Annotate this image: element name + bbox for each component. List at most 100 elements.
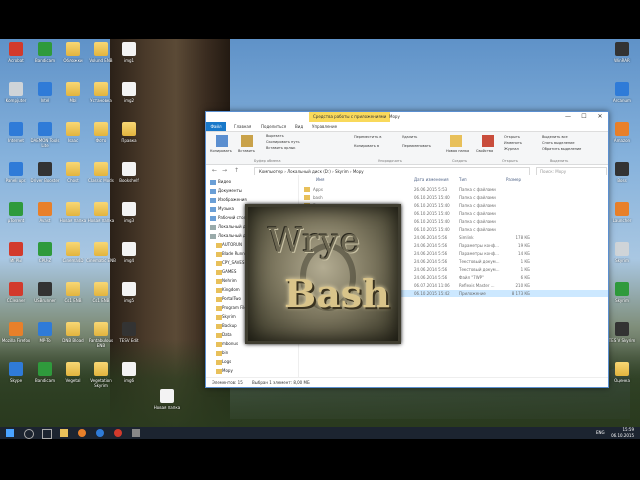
desktop-icon[interactable]: MP-To [30,322,60,343]
desktop-icon[interactable]: Acrobat [1,42,31,63]
desktop-icon[interactable]: Driver Booster [30,162,60,183]
desktop-icon[interactable]: Arcanum [607,82,637,103]
nav-item[interactable]: Kingdom [222,287,240,293]
desktop-icon[interactable]: Оценка [607,362,637,383]
clock[interactable]: 15:59 06.10.2015 [611,427,634,439]
nav-item[interactable]: Skyrim [222,314,236,320]
start-button[interactable] [6,429,14,437]
copy-icon[interactable] [216,135,228,147]
desktop-icon[interactable]: Новая папка [58,202,88,223]
copy-path-button[interactable]: Скопировать путь [266,140,300,145]
desktop-icon[interactable]: Сhоst [58,162,88,183]
minimize-button[interactable]: — [560,112,576,122]
select-none-button[interactable]: Снять выделение [542,141,575,146]
nav-item[interactable]: Рабочий стол [218,215,246,221]
new-folder-button[interactable]: Новая папка [446,149,469,154]
nav-item[interactable]: Документы [218,188,242,194]
edit-button[interactable]: Изменить [504,141,522,146]
desktop-icon[interactable]: Правка [114,122,144,143]
nav-item[interactable]: Logs [222,359,231,365]
nav-item[interactable]: Видео [218,179,231,185]
desktop-icon[interactable]: DNB Bload [58,322,88,343]
skype-taskbar-icon[interactable] [96,429,104,437]
nav-item[interactable]: PortalTwo [222,296,241,302]
desktop-icon[interactable]: Intel [30,82,60,103]
desktop-icon[interactable]: Cinema4D [58,242,88,263]
file-row[interactable]: Apps 26.06.2015 5:53 Папка с файлами [299,186,608,193]
task-view-icon[interactable] [42,429,52,439]
file-row[interactable]: bash 06.10.2015 15:40 Папка с файлами [299,194,608,201]
nav-item[interactable]: Mopy [222,368,233,374]
desktop-icon[interactable]: Skype [1,362,31,383]
paste-shortcut-button[interactable]: Вставить ярлык [266,146,296,151]
desktop-icon[interactable]: Vegetation Skyrim [86,362,116,388]
nav-item[interactable]: GAMES [222,269,236,275]
desktop-icon[interactable]: Boss [607,162,637,183]
column-name[interactable]: Имя [316,177,324,183]
desktop-icon[interactable]: CCleaner [1,282,31,303]
tab-manage[interactable]: Управление [312,123,337,131]
column-date[interactable]: Дата изменения [414,177,449,183]
desktop-icon[interactable]: Bandicam [30,42,60,63]
nav-item[interactable]: Музыка [218,206,234,212]
tab-view[interactable]: Вид [295,123,303,131]
desktop-icon[interactable]: Cinematic ENB [86,242,116,263]
desktop-icon[interactable]: Фото [86,122,116,143]
invert-selection-button[interactable]: Обратить выделение [542,147,581,152]
app-taskbar-icon[interactable] [132,429,140,437]
desktop-icon[interactable]: Kompjuter [1,82,31,103]
desktop-icon[interactable]: WinRAR [607,42,637,63]
desktop-icon[interactable]: Обложки [58,42,88,63]
desktop-icon[interactable]: img5 [114,282,144,303]
cut-button[interactable]: Вырезать [266,134,284,139]
desktop-icon[interactable]: Launcher [607,202,637,223]
search-icon[interactable] [24,429,34,439]
maximize-button[interactable]: ☐ [576,112,592,122]
desktop-icon[interactable]: img1 [114,42,144,63]
journal-button[interactable]: Журнал [504,147,519,152]
desktop-icon[interactable]: Cs1 ENB [86,282,116,303]
desktop-icon[interactable]: Новая папка [86,202,116,223]
forward-icon[interactable]: → [222,167,227,175]
context-tab[interactable]: Средства работы с приложениями [309,112,391,122]
nav-item[interactable]: Изображения [218,197,247,203]
nav-item[interactable]: CPY_SAVES [222,260,244,266]
column-type[interactable]: Тип [459,177,467,183]
explorer-taskbar-icon[interactable] [60,429,68,437]
desktop-icon[interactable]: Volund ENB [86,42,116,63]
tab-share[interactable]: Поделиться [261,123,286,131]
nav-item[interactable]: bin [222,350,228,356]
desktop-icon[interactable]: Cs1 ENB [58,282,88,303]
desktop-icon[interactable]: TES V Skyrim [607,322,637,343]
desktop-icon[interactable]: Classic Mods [86,162,116,183]
desktop-icon[interactable]: CPU-Z [30,242,60,263]
desktop-icon[interactable]: img6 [114,362,144,383]
desktop-icon[interactable]: Bandicam [30,362,60,383]
tab-home[interactable]: Главная [234,123,251,131]
desktop-icon[interactable]: Avast [30,202,60,223]
desktop-icon[interactable]: Skyrim [607,282,637,303]
desktop-icon[interactable]: DAEMON Tools Lite [30,122,60,148]
desktop-icon[interactable]: Bookshelf [114,162,144,183]
desktop-icon[interactable]: img2 [114,82,144,103]
desktop-icon[interactable]: ИГРЫ [1,242,31,263]
desktop-icon[interactable]: μTorrent [1,202,31,223]
rename-button[interactable]: Переименовать [402,144,431,149]
nav-item[interactable]: Backup [222,323,237,329]
desktop-icon[interactable]: Mbl [58,82,88,103]
desktop-icon[interactable]: Isaac [58,122,88,143]
column-size[interactable]: Размер [506,177,521,183]
nav-item[interactable]: Data [222,332,232,338]
desktop-icon[interactable]: TESV Edit [114,322,144,343]
properties-icon[interactable] [482,135,494,147]
up-icon[interactable]: ↑ [234,167,239,175]
firefox-taskbar-icon[interactable] [78,429,86,437]
close-button[interactable]: ✕ [592,112,608,122]
copy-to-button[interactable]: Копировать в [354,144,379,149]
nav-item[interactable]: Nehrim [222,278,237,284]
desktop-icon[interactable]: img4 [114,242,144,263]
desktop-icon[interactable]: Paneli upr. [1,162,31,183]
language-indicator[interactable]: ENG [596,430,605,435]
desktop-icon[interactable]: Установка [86,82,116,103]
move-to-button[interactable]: Переместить в [354,135,381,140]
